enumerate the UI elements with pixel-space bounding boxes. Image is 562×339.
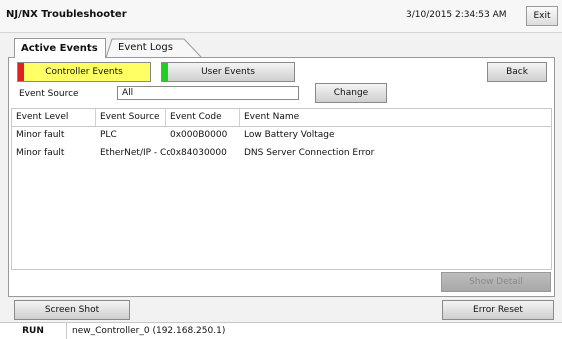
app-title: NJ/NX Troubleshooter [6, 9, 127, 20]
controller-events-indicator [18, 63, 24, 81]
column-header-event-name[interactable]: Event Name [240, 109, 551, 126]
cell-event-name: Low Battery Voltage [244, 130, 335, 140]
table-row[interactable]: Minor fault PLC 0x000B0000 Low Battery V… [12, 127, 551, 143]
cell-event-level: Minor fault [16, 130, 65, 140]
status-bar: RUN new_Controller_0 (192.168.250.1) [0, 322, 562, 339]
active-events-panel: Controller Events User Events Back Event… [8, 57, 555, 297]
controller-events-label: Controller Events [45, 67, 123, 77]
exit-button[interactable]: Exit [526, 6, 558, 26]
show-detail-button[interactable]: Show Detail [441, 272, 551, 292]
column-header-event-level[interactable]: Event Level [12, 109, 96, 126]
cell-event-code: 0x000B0000 [170, 130, 228, 140]
change-button[interactable]: Change [315, 83, 387, 103]
cell-event-source: PLC [100, 130, 117, 140]
user-events-indicator [162, 63, 168, 81]
controller-events-button[interactable]: Controller Events [17, 62, 151, 82]
user-events-button[interactable]: User Events [161, 62, 295, 82]
table-row[interactable]: Minor fault EtherNet/IP - Cc 0x84030000 … [12, 145, 551, 161]
events-table: Event Level Event Source Event Code Even… [11, 108, 552, 270]
datetime-display: 3/10/2015 2:34:53 AM [406, 10, 507, 20]
event-source-field[interactable]: All [117, 86, 299, 100]
tab-event-logs[interactable]: Event Logs [104, 38, 204, 58]
screen-shot-button[interactable]: Screen Shot [14, 300, 130, 320]
error-reset-button[interactable]: Error Reset [442, 300, 554, 320]
controller-name: new_Controller_0 (192.168.250.1) [72, 326, 226, 336]
title-bar: NJ/NX Troubleshooter 3/10/2015 2:34:53 A… [0, 0, 562, 33]
user-events-label: User Events [201, 67, 255, 77]
column-header-event-source[interactable]: Event Source [96, 109, 166, 126]
cell-event-code: 0x84030000 [170, 148, 227, 158]
table-header: Event Level Event Source Event Code Even… [12, 109, 551, 127]
event-source-label: Event Source [19, 89, 79, 99]
tab-active-events[interactable]: Active Events [14, 38, 106, 58]
back-button[interactable]: Back [487, 62, 547, 82]
column-header-event-code[interactable]: Event Code [166, 109, 240, 126]
run-mode-status: RUN [0, 323, 67, 339]
cell-event-source: EtherNet/IP - Cc [100, 148, 170, 158]
cell-event-name: DNS Server Connection Error [244, 148, 375, 158]
cell-event-level: Minor fault [16, 148, 65, 158]
tab-event-logs-label: Event Logs [118, 42, 173, 53]
